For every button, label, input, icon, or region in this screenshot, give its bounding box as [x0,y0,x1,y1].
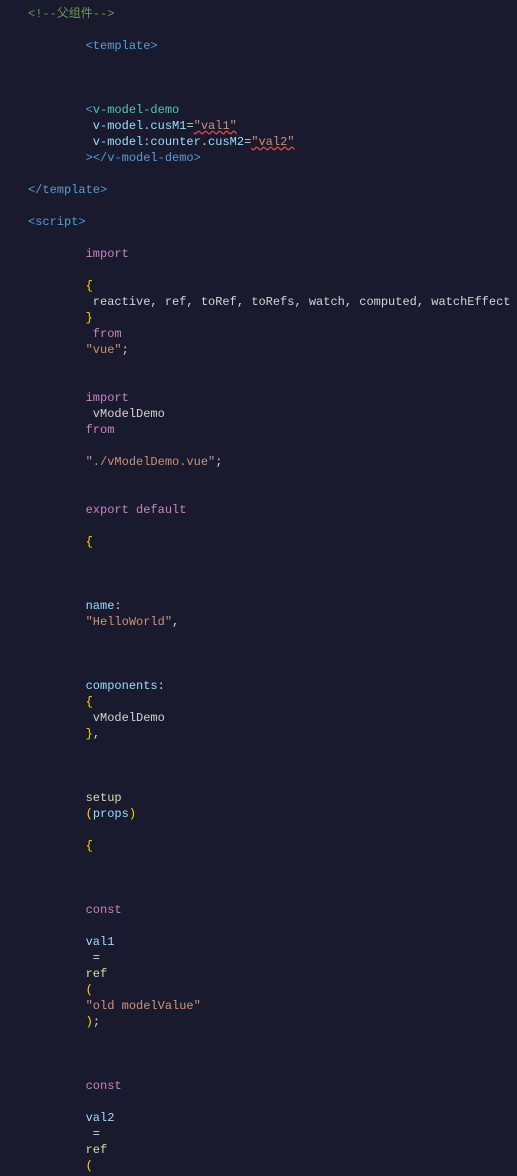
line-import2: import vModelDemo from "./vModelDemo.vue… [0,374,517,486]
editor-container: <!--父组件--> <template> <v-model-demo v-mo… [0,0,517,588]
line-export: export default { [0,486,517,566]
line-name: name: "HelloWorld", [0,566,517,646]
line-vmodel: <v-model-demo v-model.cusM1="val1" v-mod… [0,70,517,182]
parent-section: <!--父组件--> <template> <v-model-demo v-mo… [0,0,517,1176]
line-const-val2: const val2 = ref ( "old counter" ); [0,1046,517,1176]
line-script-open: <script> [0,214,517,230]
line-const-val1: const val1 = ref ( "old modelValue" ); [0,870,517,1046]
line-template-close: </template> [0,182,517,198]
line-blank1 [0,198,517,214]
line-comment-parent: <!--父组件--> [0,6,517,22]
line-template-open: <template> [0,22,517,70]
line-components: components: { vModelDemo }, [0,646,517,758]
line-setup: setup (props) { [0,758,517,870]
line-import1: import { reactive, ref, toRef, toRefs, w… [0,230,517,374]
